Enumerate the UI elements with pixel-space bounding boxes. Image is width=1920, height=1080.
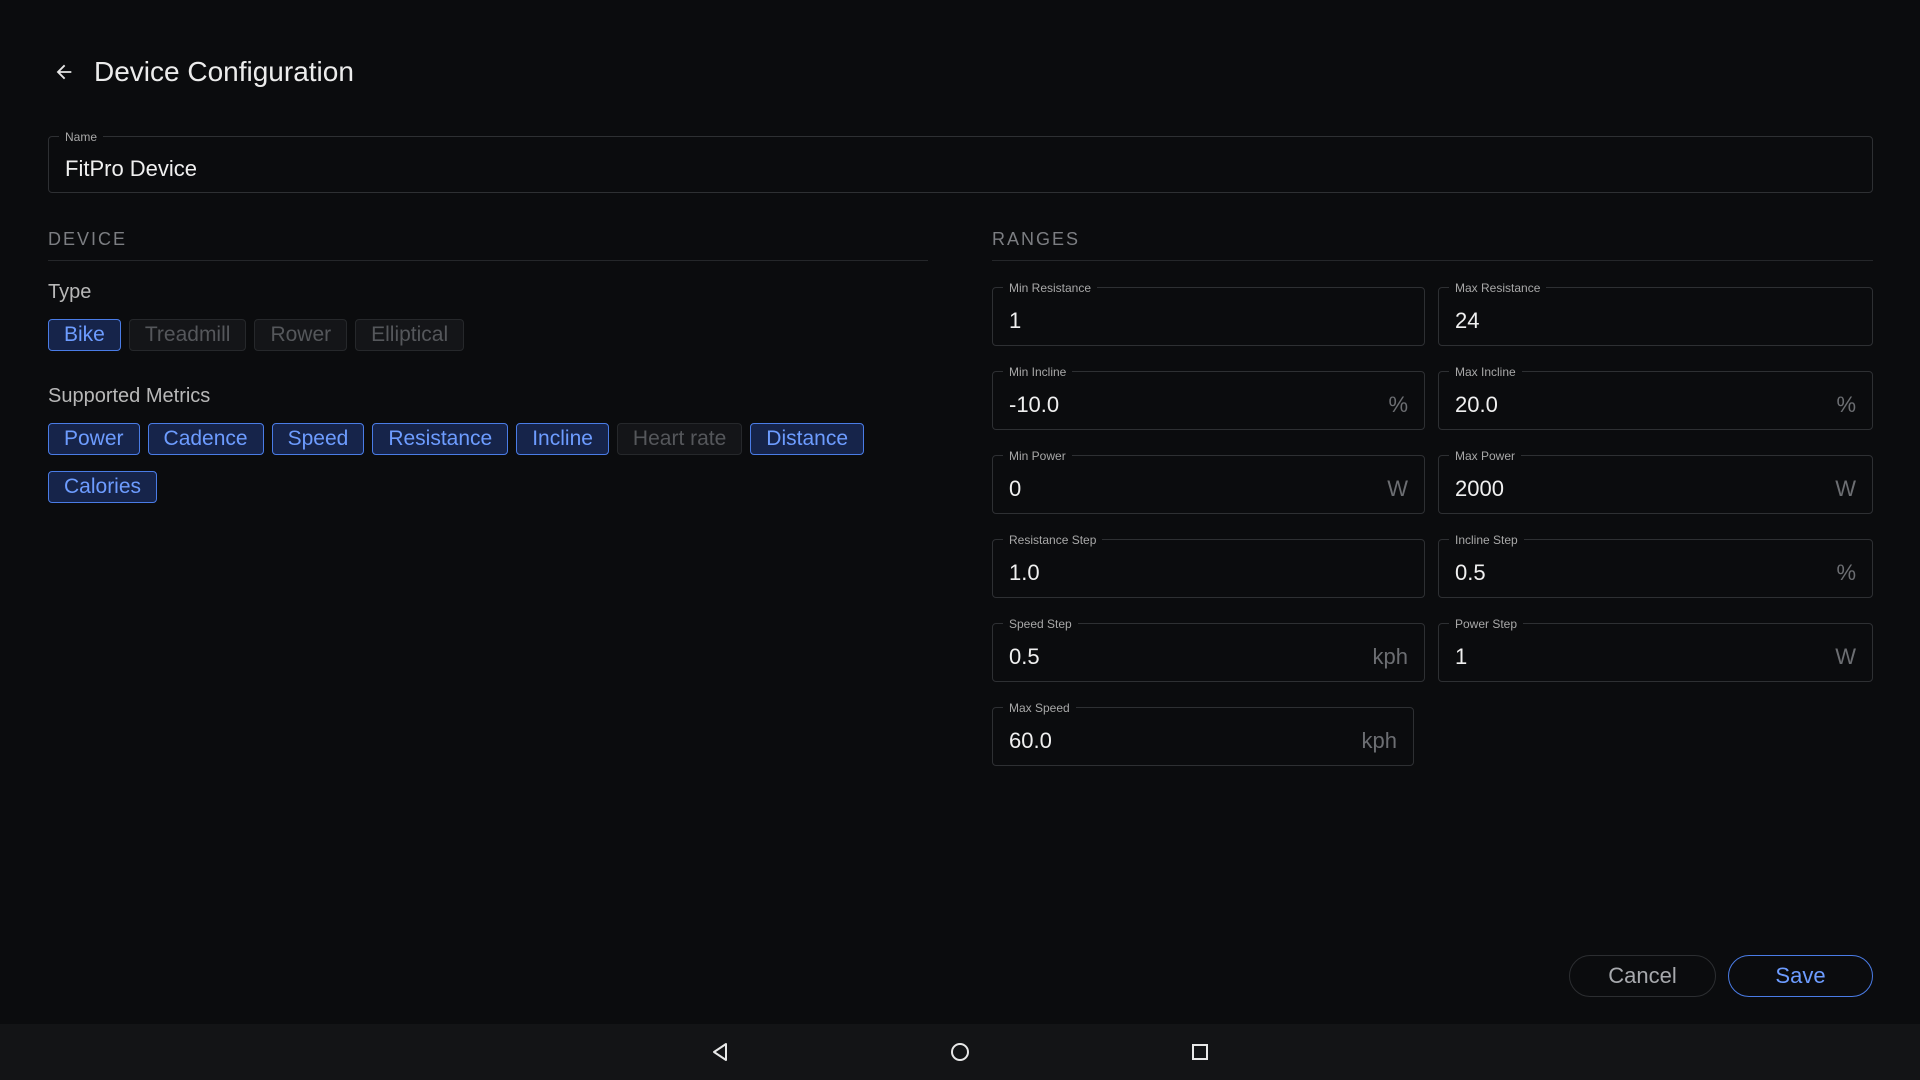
min-incline-input[interactable] — [993, 372, 1424, 429]
max-speed-field[interactable]: Max Speed kph — [992, 701, 1414, 766]
max-incline-field[interactable]: Max Incline % — [1438, 365, 1873, 430]
supported-metrics-label: Supported Metrics — [48, 385, 211, 407]
page-title: Device Configuration — [94, 56, 354, 87]
home-circle-icon — [951, 1043, 969, 1061]
type-label: Type — [48, 281, 92, 303]
power-step-field[interactable]: Power Step W — [1438, 617, 1873, 682]
unit-suffix: % — [1836, 391, 1856, 417]
type-chip-rower[interactable]: Rower — [254, 319, 348, 351]
metric-chip-distance[interactable]: Distance — [750, 423, 864, 455]
unit-suffix: % — [1836, 559, 1856, 585]
chip-label: Resistance — [388, 427, 493, 450]
top-app-bar: Device Configuration — [48, 48, 354, 96]
chip-label: Speed — [287, 427, 349, 450]
chip-label: Calories — [64, 475, 142, 498]
min-resistance-field[interactable]: Min Resistance — [992, 281, 1425, 346]
unit-suffix: kph — [1372, 643, 1408, 669]
min-resistance-input[interactable] — [993, 288, 1424, 345]
metric-chip-speed[interactable]: Speed — [271, 423, 365, 455]
incline-step-field[interactable]: Incline Step % — [1438, 533, 1873, 598]
name-input[interactable] — [49, 137, 1872, 192]
back-triangle-icon — [713, 1043, 727, 1061]
resistance-step-input[interactable] — [993, 540, 1424, 597]
min-incline-field[interactable]: Min Incline % — [992, 365, 1425, 430]
metric-chip-cadence[interactable]: Cadence — [147, 423, 264, 455]
cancel-button[interactable]: Cancel — [1569, 955, 1716, 997]
type-chip-bike[interactable]: Bike — [48, 319, 121, 351]
type-chip-group: Bike Treadmill Rower Elliptical — [48, 319, 928, 351]
max-power-input[interactable] — [1439, 456, 1872, 513]
chip-label: Treadmill — [144, 323, 231, 346]
metric-chip-incline[interactable]: Incline — [516, 423, 609, 455]
metric-chip-power[interactable]: Power — [48, 423, 140, 455]
chip-label: Elliptical — [371, 323, 449, 346]
save-button[interactable]: Save — [1728, 955, 1873, 997]
back-button[interactable] — [40, 48, 88, 96]
system-navigation-bar — [0, 1024, 1920, 1080]
unit-suffix: W — [1835, 643, 1856, 669]
name-field[interactable]: Name — [48, 130, 1873, 193]
metric-chip-heart-rate[interactable]: Heart rate — [616, 423, 743, 455]
recents-square-icon — [1192, 1044, 1208, 1060]
max-speed-input[interactable] — [993, 708, 1413, 765]
device-config-screen: Device Configuration Name DEVICE Type Bi… — [0, 0, 1920, 1080]
type-chip-elliptical[interactable]: Elliptical — [355, 319, 465, 351]
speed-step-input[interactable] — [993, 624, 1424, 681]
power-step-input[interactable] — [1439, 624, 1872, 681]
metrics-chip-group: Power Cadence Speed Resistance Incline H… — [48, 423, 928, 503]
chip-label: Cadence — [163, 427, 248, 450]
max-power-field[interactable]: Max Power W — [1438, 449, 1873, 514]
chip-label: Heart rate — [632, 427, 727, 450]
metric-chip-calories[interactable]: Calories — [48, 471, 158, 503]
nav-back-button[interactable] — [692, 1024, 748, 1080]
nav-recents-button[interactable] — [1172, 1024, 1228, 1080]
max-incline-input[interactable] — [1439, 372, 1872, 429]
resistance-step-field[interactable]: Resistance Step — [992, 533, 1425, 598]
unit-suffix: % — [1388, 391, 1408, 417]
type-chip-treadmill[interactable]: Treadmill — [128, 319, 247, 351]
unit-suffix: W — [1387, 475, 1408, 501]
speed-step-field[interactable]: Speed Step kph — [992, 617, 1425, 682]
metric-chip-resistance[interactable]: Resistance — [372, 423, 509, 455]
chip-label: Bike — [64, 323, 105, 346]
incline-step-input[interactable] — [1439, 540, 1872, 597]
min-power-field[interactable]: Min Power W — [992, 449, 1425, 514]
chip-label: Rower — [270, 323, 332, 346]
ranges-section-header: RANGES — [992, 229, 1873, 261]
device-section-header: DEVICE — [48, 229, 928, 261]
chip-label: Power — [64, 427, 124, 450]
chip-label: Distance — [766, 427, 848, 450]
chip-label: Incline — [532, 427, 593, 450]
nav-home-button[interactable] — [932, 1024, 988, 1080]
min-power-input[interactable] — [993, 456, 1424, 513]
max-resistance-input[interactable] — [1439, 288, 1872, 345]
unit-suffix: W — [1835, 475, 1856, 501]
arrow-left-icon — [56, 64, 72, 80]
unit-suffix: kph — [1361, 727, 1397, 753]
max-resistance-field[interactable]: Max Resistance — [1438, 281, 1873, 346]
